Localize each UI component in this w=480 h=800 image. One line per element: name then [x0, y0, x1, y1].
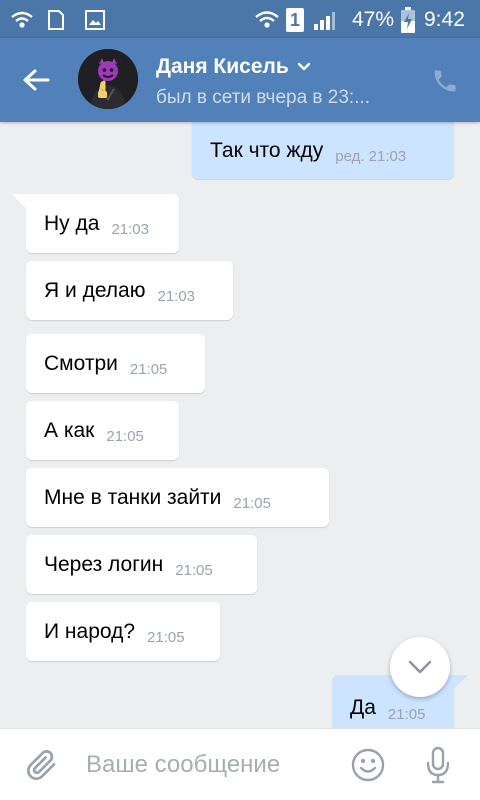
message-time: 21:05	[387, 705, 426, 723]
battery-charging-icon	[401, 7, 415, 33]
message-input[interactable]	[86, 745, 336, 785]
image-notification-icon	[85, 10, 105, 30]
message-incoming[interactable]: Ну да 21:03	[26, 194, 179, 253]
contact-name-dropdown[interactable]: Даня Кисель	[156, 55, 311, 79]
message-incoming[interactable]: Мне в танки зайти 21:05	[26, 468, 329, 527]
avatar[interactable]	[78, 49, 138, 109]
call-button[interactable]	[426, 62, 464, 100]
message-incoming[interactable]: Смотри 21:05	[26, 334, 205, 393]
message-time: 21:03	[111, 221, 149, 238]
message-time: 21:05	[147, 629, 185, 646]
message-text: Через логин	[44, 552, 164, 576]
last-seen-status: был в сети вчера в 23:...	[156, 87, 371, 108]
chevron-down-icon	[408, 660, 432, 674]
paperclip-icon	[26, 750, 56, 781]
bubble-tail	[452, 675, 468, 691]
cell-signal-icon	[314, 12, 335, 30]
status-bar: 1 47% 9:42	[0, 0, 480, 38]
message-incoming[interactable]: Через логин 21:05	[26, 535, 257, 594]
attach-button[interactable]	[22, 745, 62, 785]
emoji-button[interactable]	[350, 747, 386, 783]
message-text: Смотри	[44, 351, 118, 375]
chat-header: Даня Кисель был в сети вчера в 23:...	[0, 38, 480, 122]
message-text: А как	[44, 418, 95, 442]
avatar-image	[78, 49, 138, 109]
battery-percent: 47%	[352, 8, 395, 31]
chevron-down-icon	[297, 62, 310, 71]
message-incoming[interactable]: Я и делаю 21:03	[26, 261, 233, 320]
wifi-hotspot-icon	[11, 11, 33, 28]
message-time: 21:03	[157, 288, 196, 305]
voice-message-button[interactable]	[420, 743, 456, 787]
wifi-signal-icon	[255, 11, 279, 28]
phone-icon	[434, 70, 456, 92]
message-text: Ну да	[44, 211, 100, 235]
sim-slot-indicator: 1	[286, 8, 304, 32]
message-time: ред. 21:03	[335, 148, 407, 165]
message-incoming[interactable]: И народ? 21:05	[26, 602, 220, 661]
microphone-icon	[426, 746, 450, 784]
message-time: 21:05	[129, 361, 168, 378]
message-time: 21:05	[106, 428, 144, 445]
smiley-icon	[351, 748, 385, 782]
scroll-to-bottom-button[interactable]	[390, 637, 450, 697]
message-incoming[interactable]: А как 21:05	[26, 401, 179, 460]
message-text: Да	[350, 696, 376, 719]
arrow-left-icon	[23, 69, 50, 91]
message-time: 21:05	[233, 495, 271, 512]
message-text: И народ?	[44, 619, 136, 643]
message-text: Я и делаю	[44, 278, 146, 302]
message-outgoing[interactable]: Так что жду ред. 21:03	[192, 122, 454, 179]
clock: 9:42	[424, 8, 465, 31]
sim-card-icon	[48, 10, 64, 30]
message-list[interactable]: Так что жду ред. 21:03 Ну да 21:03 Я и д…	[0, 122, 480, 728]
contact-name: Даня Кисель	[156, 55, 289, 78]
back-button[interactable]	[14, 60, 58, 100]
message-time: 21:05	[175, 562, 213, 579]
message-text: Так что жду	[210, 138, 324, 162]
message-text: Мне в танки зайти	[44, 485, 222, 509]
message-composer	[0, 728, 480, 800]
